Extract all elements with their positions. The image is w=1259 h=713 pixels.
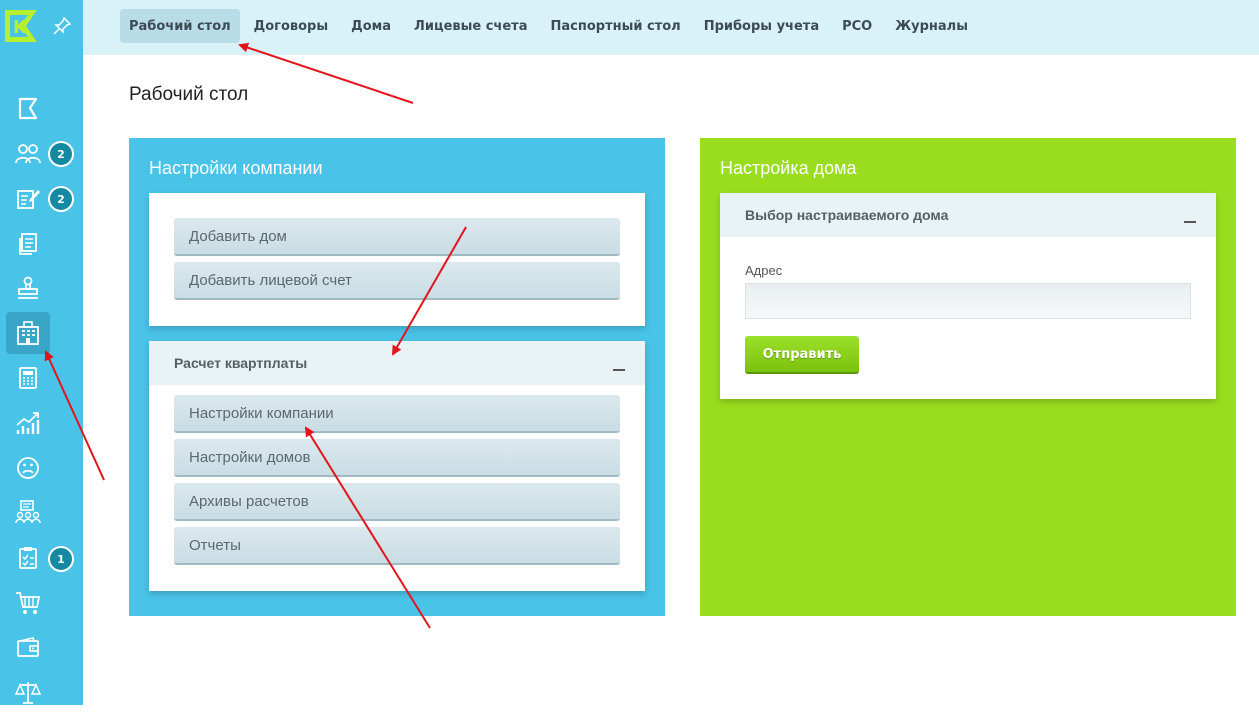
company-settings-panel: Настройки компании Добавить дом Добавить… — [129, 138, 665, 616]
calculator-icon — [19, 367, 37, 389]
sidebar-item-wallet[interactable] — [6, 627, 50, 669]
sidebar-item-buildings[interactable] — [6, 312, 50, 354]
menu-item-accounts[interactable]: Лицевые счета — [405, 9, 536, 43]
sidebar-item-calculator[interactable] — [6, 357, 50, 399]
edit-document-icon — [17, 190, 40, 209]
pin-icon[interactable] — [52, 16, 72, 36]
scales-icon — [14, 682, 42, 704]
flag-icon — [18, 97, 38, 120]
stamp-icon — [18, 276, 38, 299]
sidebar: K 2 2 1 — [0, 0, 83, 705]
reports-button[interactable]: Отчеты — [174, 527, 620, 565]
sidebar-item-team[interactable] — [6, 491, 50, 533]
company-settings-button[interactable]: Настройки компании — [174, 395, 620, 433]
collapse-icon[interactable] — [613, 369, 625, 371]
sidebar-item-flag[interactable] — [6, 88, 50, 130]
documents-icon — [19, 233, 37, 255]
collapse-icon[interactable] — [1184, 221, 1196, 223]
sidebar-item-complaints[interactable] — [6, 447, 50, 489]
building-icon — [17, 321, 39, 345]
submit-button[interactable]: Отправить — [745, 336, 859, 374]
house-select-header[interactable]: Выбор настраиваемого дома — [720, 193, 1216, 237]
edit-documents-badge: 2 — [48, 186, 74, 212]
house-settings-panel: Настройка дома Выбор настраиваемого дома… — [700, 138, 1236, 616]
users-badge: 2 — [48, 141, 74, 167]
menu-item-passport-office[interactable]: Паспортный стол — [542, 9, 690, 43]
menu-item-rso[interactable]: РСО — [833, 9, 881, 43]
house-select-card: Выбор настраиваемого дома Адрес Отправит… — [720, 193, 1216, 399]
sidebar-item-documents[interactable] — [6, 223, 50, 265]
top-navigation: Рабочий стол Договоры Дома Лицевые счета… — [83, 0, 1259, 55]
sidebar-item-legal[interactable] — [6, 671, 50, 713]
app-logo[interactable]: K — [0, 0, 42, 52]
company-panel-title: Настройки компании — [149, 158, 323, 178]
sidebar-item-tasks[interactable] — [6, 537, 50, 579]
team-board-icon — [15, 500, 41, 524]
rent-calculation-header[interactable]: Расчет квартплаты — [149, 341, 645, 385]
address-input[interactable] — [745, 283, 1191, 319]
sad-face-icon — [17, 457, 39, 479]
svg-text:K: K — [13, 17, 28, 38]
menu-item-contracts[interactable]: Договоры — [245, 9, 337, 43]
house-panel-title: Настройка дома — [720, 158, 857, 178]
menu-item-journals[interactable]: Журналы — [886, 9, 977, 43]
main-menu: Рабочий стол Договоры Дома Лицевые счета… — [120, 9, 982, 43]
page-title: Рабочий стол — [129, 84, 249, 105]
wallet-icon — [17, 637, 39, 657]
quick-actions-card: Добавить дом Добавить лицевой счет — [149, 193, 645, 326]
sidebar-item-analytics[interactable] — [6, 402, 50, 444]
users-group-icon — [15, 144, 41, 164]
chart-growth-icon — [16, 412, 40, 434]
address-label: Адрес — [745, 263, 783, 278]
house-select-title: Выбор настраиваемого дома — [745, 207, 949, 223]
menu-item-desktop[interactable]: Рабочий стол — [120, 9, 240, 43]
add-house-button[interactable]: Добавить дом — [174, 218, 620, 256]
checklist-icon — [19, 547, 37, 569]
menu-item-meters[interactable]: Приборы учета — [695, 9, 828, 43]
add-account-button[interactable]: Добавить лицевой счет — [174, 262, 620, 300]
calculation-archives-button[interactable]: Архивы расчетов — [174, 483, 620, 521]
sidebar-item-users[interactable] — [6, 133, 50, 175]
rent-calculation-card: Расчет квартплаты Настройки компании Нас… — [149, 341, 645, 591]
cart-icon — [16, 592, 41, 614]
sidebar-item-edit-documents[interactable] — [6, 178, 50, 220]
sidebar-item-cart[interactable] — [6, 582, 50, 624]
sidebar-item-stamp[interactable] — [6, 267, 50, 309]
tasks-badge: 1 — [48, 546, 74, 572]
menu-item-houses[interactable]: Дома — [342, 9, 400, 43]
rent-calculation-title: Расчет квартплаты — [174, 355, 308, 371]
house-settings-button[interactable]: Настройки домов — [174, 439, 620, 477]
logo-icon: K — [5, 10, 37, 42]
